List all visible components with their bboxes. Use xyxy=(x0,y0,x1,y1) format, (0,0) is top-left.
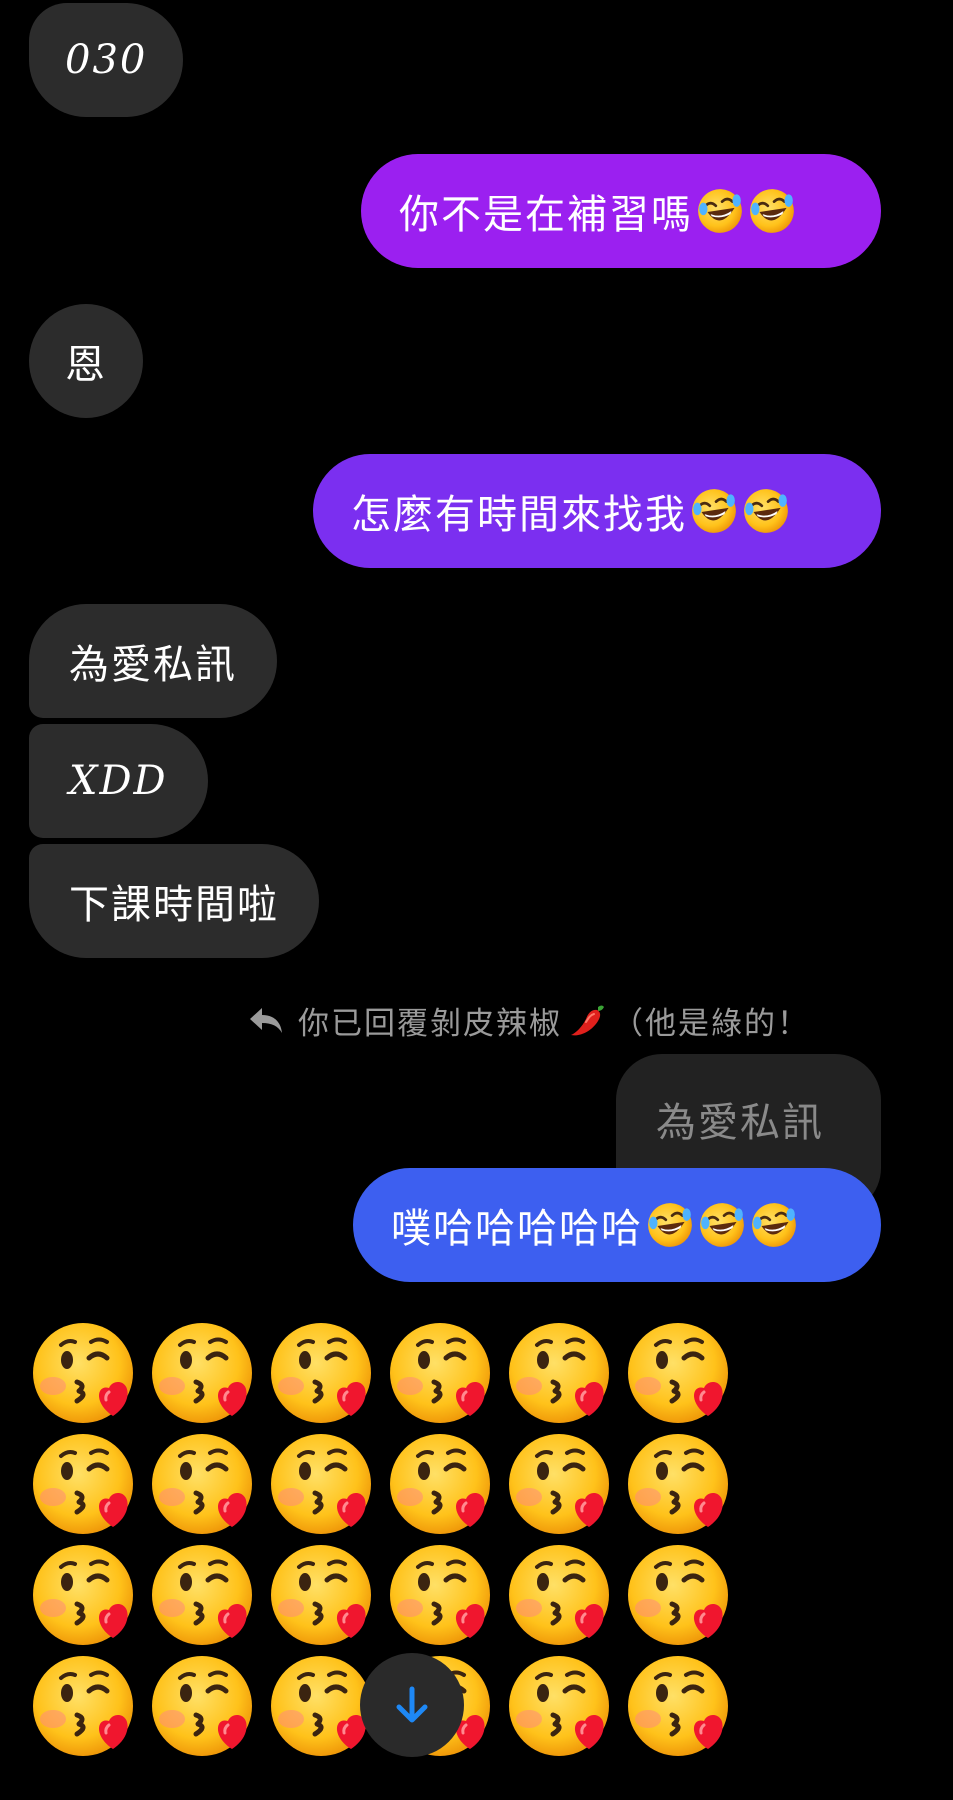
rolling-on-floor-laughing-icon xyxy=(689,486,739,536)
face-blowing-a-kiss-icon xyxy=(507,1540,617,1650)
face-blowing-a-kiss-icon xyxy=(269,1318,379,1428)
face-blowing-a-kiss-icon xyxy=(150,1318,260,1428)
reply-arrow-icon xyxy=(250,1008,282,1033)
face-blowing-a-kiss-icon xyxy=(31,1429,141,1539)
message-text: XDD xyxy=(69,758,168,804)
quoted-message-text: 為愛私訊 xyxy=(656,1100,824,1146)
message-text: 為愛私訊 xyxy=(69,642,237,688)
face-blowing-a-kiss-icon xyxy=(626,1318,736,1428)
face-blowing-a-kiss-icon xyxy=(31,1651,141,1761)
rolling-on-floor-laughing-icon xyxy=(747,186,797,236)
message-text: 你不是在補習嗎 xyxy=(399,192,693,238)
face-blowing-a-kiss-icon xyxy=(269,1429,379,1539)
incoming-message[interactable]: 恩 xyxy=(29,304,143,418)
incoming-message[interactable]: 030 xyxy=(29,3,184,117)
hot-pepper-icon xyxy=(571,1005,604,1036)
message-text: 怎麼有時間來找我 xyxy=(351,492,687,538)
incoming-message[interactable]: 為愛私訊 xyxy=(29,604,277,718)
face-blowing-a-kiss-icon xyxy=(507,1318,617,1428)
reply-note-prefix: 你已回覆剝皮辣椒 xyxy=(298,1005,562,1042)
outgoing-message[interactable]: 怎麼有時間來找我 xyxy=(313,454,881,568)
face-blowing-a-kiss-icon xyxy=(31,1540,141,1650)
face-blowing-a-kiss-icon xyxy=(507,1651,617,1761)
message-text: 噗哈哈哈哈哈 xyxy=(391,1206,643,1252)
reply-context: 你已回覆剝皮辣椒 （他是綠的！ xyxy=(248,997,810,1043)
outgoing-message[interactable]: 噗哈哈哈哈哈 xyxy=(353,1168,881,1282)
message-text: 下課時間啦 xyxy=(69,882,279,928)
outgoing-message[interactable]: 你不是在補習嗎 xyxy=(361,154,881,268)
rolling-on-floor-laughing-icon xyxy=(695,186,745,236)
message-text: 恩 xyxy=(65,342,107,388)
face-blowing-a-kiss-icon xyxy=(626,1429,736,1539)
face-blowing-a-kiss-icon xyxy=(269,1540,379,1650)
face-blowing-a-kiss-icon xyxy=(150,1429,260,1539)
rolling-on-floor-laughing-icon xyxy=(645,1200,695,1250)
rolling-on-floor-laughing-icon xyxy=(741,486,791,536)
face-blowing-a-kiss-icon xyxy=(388,1429,498,1539)
rolling-on-floor-laughing-icon xyxy=(697,1200,747,1250)
scroll-to-bottom-button[interactable] xyxy=(360,1653,464,1757)
arrow-down-icon xyxy=(396,1686,428,1723)
message-text: 030 xyxy=(65,37,148,83)
face-blowing-a-kiss-icon xyxy=(626,1540,736,1650)
incoming-message[interactable]: XDD xyxy=(29,724,208,838)
rolling-on-floor-laughing-icon xyxy=(749,1200,799,1250)
face-blowing-a-kiss-icon xyxy=(626,1651,736,1761)
face-blowing-a-kiss-icon xyxy=(31,1318,141,1428)
face-blowing-a-kiss-icon xyxy=(150,1540,260,1650)
face-blowing-a-kiss-icon xyxy=(388,1540,498,1650)
incoming-message[interactable]: 下課時間啦 xyxy=(29,844,319,958)
face-blowing-a-kiss-icon xyxy=(507,1429,617,1539)
face-blowing-a-kiss-icon xyxy=(150,1651,260,1761)
face-blowing-a-kiss-icon xyxy=(388,1318,498,1428)
reply-note-suffix: （他是綠的！ xyxy=(612,1005,810,1042)
